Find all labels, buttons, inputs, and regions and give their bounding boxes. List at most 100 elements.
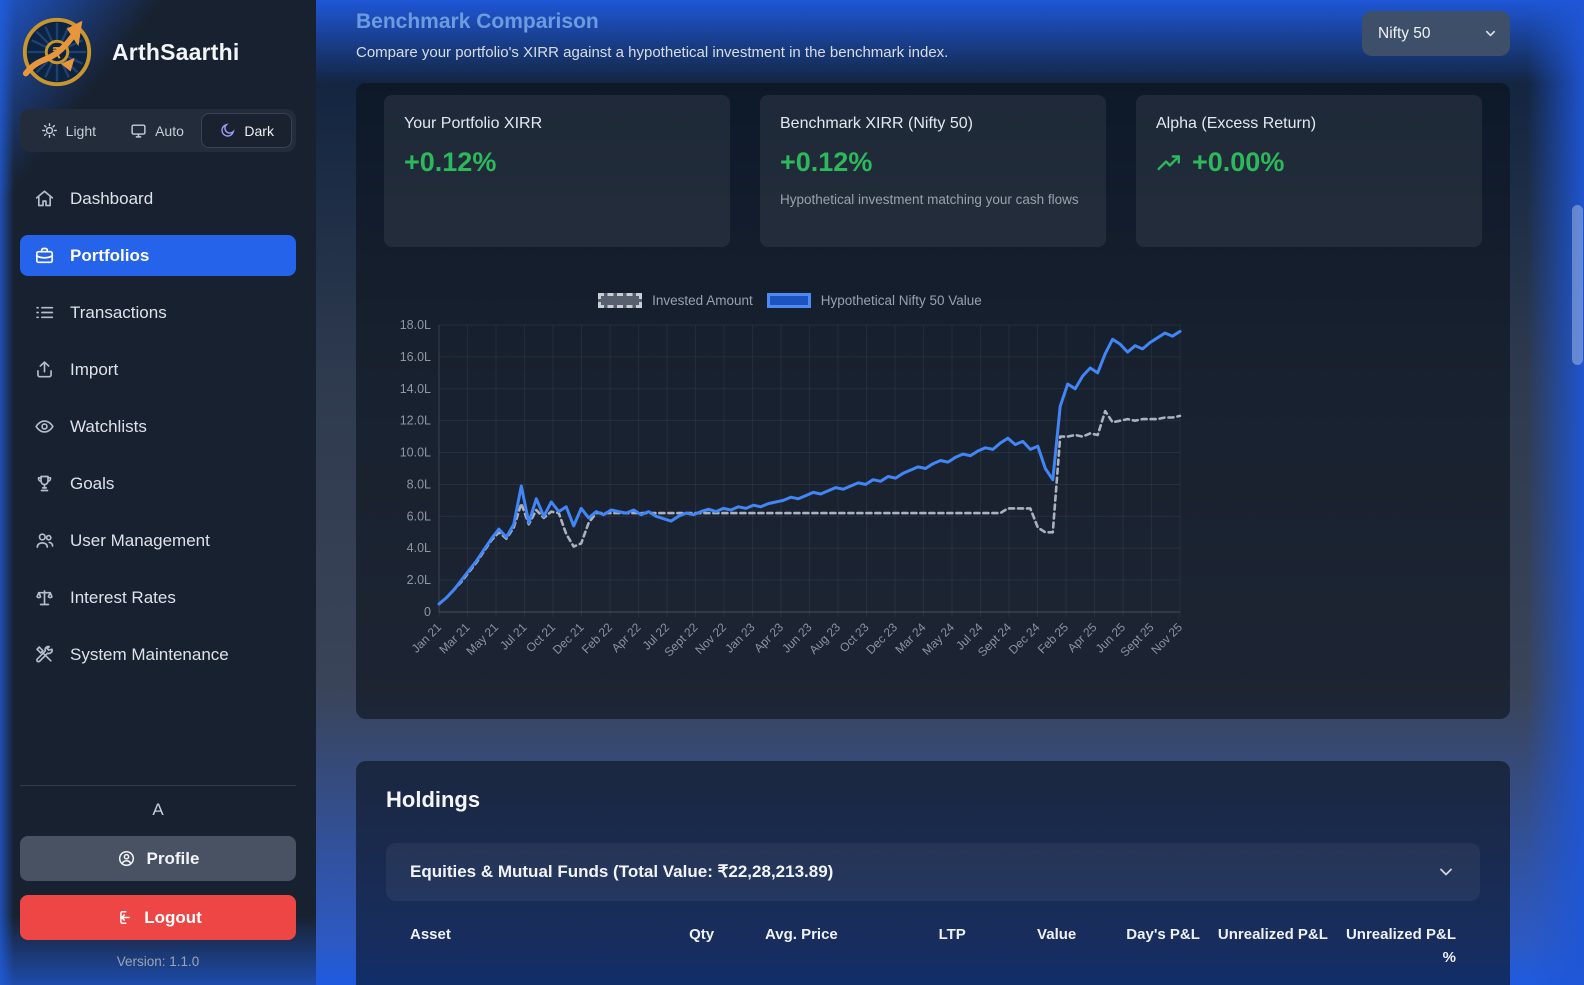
svg-text:Feb 22: Feb 22 [579,620,616,657]
benchmark-chart-block: Invested Amount Hypothetical Nifty 50 Va… [384,289,1196,695]
svg-text:8.0L: 8.0L [407,477,431,491]
benchmark-select-value: Nifty 50 [1378,24,1431,42]
sidebar-divider [20,785,296,786]
svg-text:Apr 22: Apr 22 [609,620,644,655]
sidebar-item-label: Watchlists [70,416,147,436]
svg-text:2.0L: 2.0L [407,573,431,587]
legend-item-nifty[interactable]: Hypothetical Nifty 50 Value [766,292,982,308]
benchmark-header: Benchmark Comparison Compare your portfo… [356,10,1510,61]
stat-value: +0.00% [1156,147,1462,178]
app-logo-icon: ₹ [18,13,96,91]
sidebar: ₹ ArthSaarthi Light Auto Dark Dashboard … [0,0,316,985]
theme-option-light[interactable]: Light [24,113,113,148]
column-header-ltp: LTP [938,926,966,943]
sidebar-item-goals[interactable]: Goals [20,463,296,504]
holdings-table-header: Asset Qty Avg. Price LTP Value Day's P&L… [386,905,1480,982]
theme-option-label: Auto [155,122,184,139]
profile-button-label: Profile [146,848,200,868]
svg-text:0: 0 [424,605,431,619]
app-name: ArthSaarthi [112,38,240,65]
theme-option-auto[interactable]: Auto [113,113,202,148]
sidebar-item-dashboard[interactable]: Dashboard [20,178,296,219]
holdings-group-title: Equities & Mutual Funds (Total Value: ₹2… [410,862,834,881]
theme-option-dark[interactable]: Dark [201,113,293,148]
sidebar-item-label: Import [70,359,119,379]
svg-text:Nov 22: Nov 22 [692,620,729,657]
sidebar-item-import[interactable]: Import [20,349,296,390]
sidebar-item-label: Dashboard [70,188,154,208]
svg-text:18.0L: 18.0L [400,318,431,332]
briefcase-icon [34,245,55,266]
app-window: ₹ ArthSaarthi Light Auto Dark Dashboard … [0,0,1584,985]
stat-card-alpha: Alpha (Excess Return) +0.00% [1136,95,1482,247]
svg-text:May 24: May 24 [919,620,957,658]
list-icon [34,302,55,323]
benchmark-title: Benchmark Comparison [356,10,599,33]
theme-option-label: Light [65,122,97,139]
monitor-icon [131,124,146,138]
stat-card-portfolio-xirr: Your Portfolio XIRR +0.12% [384,95,730,247]
svg-text:12.0L: 12.0L [400,414,431,428]
stat-label: Benchmark XIRR (Nifty 50) [780,115,973,132]
stat-value: +0.12% [780,147,873,177]
svg-text:Dec 23: Dec 23 [863,620,900,657]
trending-up-icon [1157,154,1180,170]
legend-label: Invested Amount [652,292,753,308]
benchmark-card: Your Portfolio XIRR +0.12% Benchmark XIR… [356,83,1510,719]
svg-text:6.0L: 6.0L [407,509,431,523]
svg-text:14.0L: 14.0L [400,382,431,396]
main-content: Benchmark Comparison Compare your portfo… [316,0,1584,985]
sidebar-item-label: Interest Rates [70,587,176,607]
chart-legend: Invested Amount Hypothetical Nifty 50 Va… [384,289,1196,311]
sidebar-item-label: User Management [70,530,210,550]
chevron-down-icon [1485,30,1496,37]
users-icon [34,530,55,551]
stat-label: Alpha (Excess Return) [1156,115,1317,132]
svg-text:Apr 23: Apr 23 [751,620,786,655]
sidebar-item-transactions[interactable]: Transactions [20,292,296,333]
svg-text:Nov 25: Nov 25 [1148,620,1185,657]
logout-button-label: Logout [144,907,202,927]
svg-text:Apr 25: Apr 25 [1065,620,1100,655]
sidebar-item-system-maintenance[interactable]: System Maintenance [20,634,296,675]
column-header-qty: Qty [689,926,715,943]
logout-button[interactable]: Logout [20,895,296,940]
tools-icon [34,644,55,665]
eye-icon [34,416,55,437]
svg-text:Dec 24: Dec 24 [1006,620,1043,657]
holdings-title: Holdings [386,787,481,812]
logout-icon [120,911,131,924]
legend-item-invested[interactable]: Invested Amount [598,292,753,308]
version-label: Version: 1.1.0 [116,954,200,969]
holdings-card: Holdings Equities & Mutual Funds (Total … [356,761,1510,985]
sidebar-item-watchlists[interactable]: Watchlists [20,406,296,447]
chevron-down-icon [1440,868,1452,876]
theme-option-label: Dark [244,122,274,139]
user-circle-icon [118,850,134,867]
legend-label: Hypothetical Nifty 50 Value [820,292,982,308]
nifty-swatch-icon [766,292,811,308]
invested-swatch-icon [598,292,643,308]
stat-note: Hypothetical investment matching your ca… [780,192,1079,207]
column-header-avg-price: Avg. Price [764,926,838,943]
profile-button[interactable]: Profile [20,836,296,881]
sidebar-item-user-management[interactable]: User Management [20,520,296,561]
svg-text:4.0L: 4.0L [407,541,431,555]
sidebar-item-interest-rates[interactable]: Interest Rates [20,577,296,618]
scrollbar-thumb[interactable] [1572,205,1583,365]
column-header-unrealized-pnl-pct: Unrealized P&L % [1345,926,1456,967]
svg-text:Aug 23: Aug 23 [806,620,843,657]
stat-row: Your Portfolio XIRR +0.12% Benchmark XIR… [384,95,1482,247]
svg-text:Jan 23: Jan 23 [722,620,758,656]
theme-toggle: Light Auto Dark [20,109,296,152]
benchmark-select[interactable]: Nifty 50 [1362,11,1510,56]
home-icon [34,188,55,209]
sidebar-item-portfolios[interactable]: Portfolios [20,235,296,276]
trophy-icon [34,473,55,494]
upload-icon [34,359,55,380]
svg-text:May 21: May 21 [463,620,501,658]
holdings-group-header[interactable]: Equities & Mutual Funds (Total Value: ₹2… [386,843,1480,901]
scales-icon [34,587,55,608]
app-logo-row: ₹ ArthSaarthi [0,0,316,101]
benchmark-chart: 0 2.0L 4.0L 6.0L 8.0L 10.0L 12.0L 14.0L 16.0L 18.… [400,318,1186,659]
